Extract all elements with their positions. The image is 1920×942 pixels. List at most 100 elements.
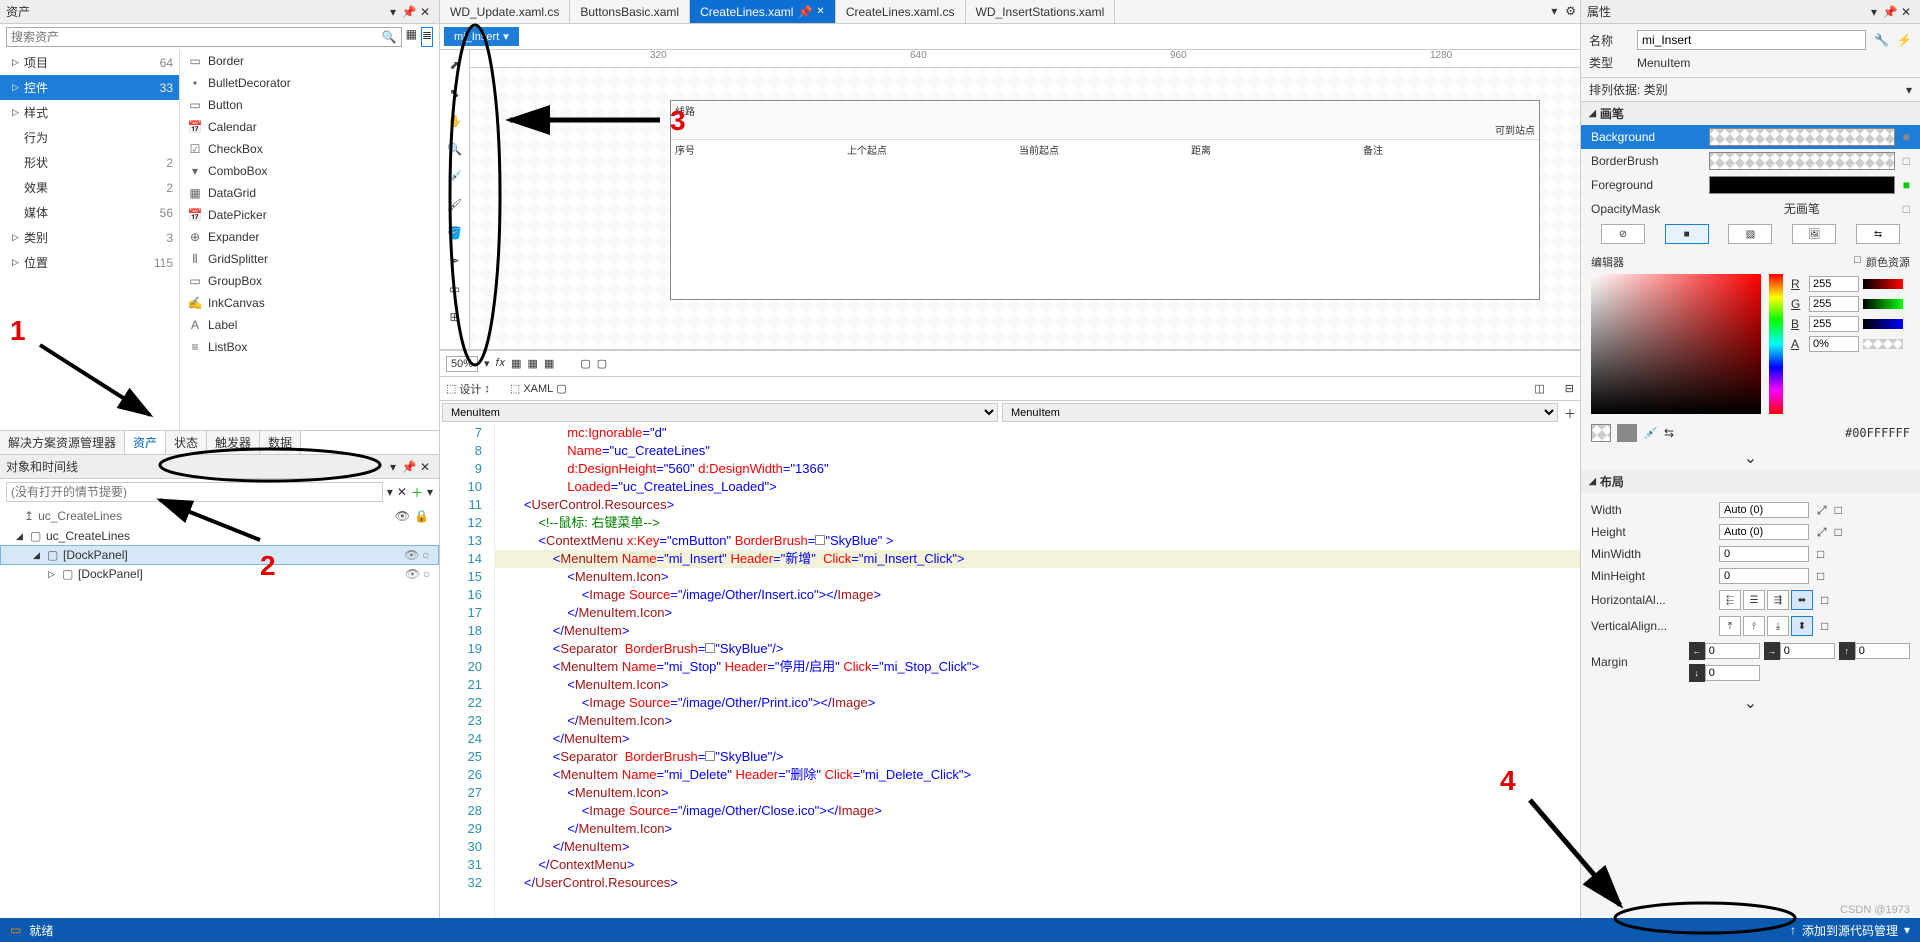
objects-root[interactable]: ↥ uc_CreateLines 👁 🔒 — [0, 505, 439, 527]
reset-icon[interactable]: ⤢ — [1817, 503, 1827, 518]
category-item[interactable]: 效果2 — [0, 175, 179, 200]
designer-tool-icon[interactable]: 🔍 — [444, 138, 466, 160]
designer-preview[interactable]: 线路 可到站点 序号上个起点当前起点距离备注 — [670, 100, 1540, 300]
reset-icon[interactable]: ⤢ — [1817, 525, 1827, 540]
height-input[interactable] — [1719, 524, 1809, 540]
align-left-icon[interactable]: ⬱ — [1719, 590, 1741, 610]
color-resource-label[interactable]: 颜色资源 — [1866, 254, 1910, 270]
dropdown-icon[interactable]: ▾ — [1866, 5, 1882, 19]
collapse-icon[interactable]: ⌄ — [1581, 691, 1920, 715]
b-input[interactable] — [1809, 316, 1859, 332]
collapse-icon[interactable]: ⌄ — [1581, 446, 1920, 470]
list-view-icon[interactable]: ≣ — [421, 27, 433, 47]
dropdown-icon[interactable]: ▾ — [387, 485, 393, 499]
designer-zoom[interactable]: 50% — [446, 356, 478, 372]
eye-icon[interactable]: 👁 — [395, 509, 410, 523]
bottom-tab[interactable]: 触发器 — [207, 431, 260, 454]
code-editor[interactable]: mc:Ignorable="d" Name="uc_CreateLines" d… — [495, 424, 1580, 918]
align-top-icon[interactable]: ⤒ — [1719, 616, 1741, 636]
g-input[interactable] — [1809, 296, 1859, 312]
r-input[interactable] — [1809, 276, 1859, 292]
category-item[interactable]: ▷控件33 — [0, 75, 179, 100]
element-name-input[interactable] — [1637, 30, 1866, 50]
category-item[interactable]: 媒体56 — [0, 200, 179, 225]
split-horizontal-icon[interactable]: ◫ — [1534, 382, 1544, 395]
category-item[interactable]: ▷类别3 — [0, 225, 179, 250]
eyedropper-icon[interactable]: 💉 — [1643, 426, 1658, 440]
fx-icon[interactable]: 𝑓𝑥 — [496, 357, 506, 370]
asset-item[interactable]: 📅Calendar — [180, 116, 439, 138]
asset-item[interactable]: ≡ListBox — [180, 336, 439, 358]
align-stretch-icon[interactable]: ⬌ — [1791, 590, 1813, 610]
hue-slider[interactable] — [1769, 274, 1783, 414]
designer-tool-icon[interactable]: ⬈ — [444, 54, 466, 76]
sort-icon[interactable]: ▾ — [1906, 83, 1912, 97]
dropdown-icon[interactable]: ▾ — [385, 5, 401, 19]
align-right-icon[interactable]: ⇶ — [1767, 590, 1789, 610]
align-bottom-icon[interactable]: ⤓ — [1767, 616, 1789, 636]
tile-brush-icon[interactable]: 🖼 — [1792, 224, 1836, 244]
document-tab[interactable]: ButtonsBasic.xaml — [570, 0, 690, 23]
snap-icon[interactable]: ▢ — [597, 357, 607, 370]
element-crumb-1[interactable]: MenuItem — [442, 403, 998, 422]
asset-item[interactable]: ALabel — [180, 314, 439, 336]
chevron-down-icon[interactable]: ▾ — [1904, 923, 1910, 937]
margin-input[interactable] — [1705, 665, 1760, 681]
search-icon[interactable]: 🔍 — [382, 30, 397, 44]
tree-item[interactable]: ◢▢[DockPanel]👁○ — [0, 545, 439, 565]
asset-item[interactable]: ▾ComboBox — [180, 160, 439, 182]
designer-tool-icon[interactable]: ✋ — [444, 110, 466, 132]
asset-item[interactable]: ▭Button — [180, 94, 439, 116]
bottom-tab[interactable]: 数据 — [260, 431, 301, 454]
tab-action-icon[interactable]: ▾ — [1547, 0, 1561, 23]
asset-item[interactable]: ☑CheckBox — [180, 138, 439, 160]
asset-item[interactable]: ✍InkCanvas — [180, 292, 439, 314]
category-item[interactable]: ▷位置115 — [0, 250, 179, 275]
category-item[interactable]: 形状2 — [0, 150, 179, 175]
eye-icon[interactable]: 👁 — [405, 567, 421, 581]
margin-input[interactable] — [1705, 643, 1760, 659]
no-brush-icon[interactable]: ⊘ — [1601, 224, 1645, 244]
dropdown-icon[interactable]: ▾ — [385, 460, 401, 474]
brush-row[interactable]: BorderBrush□ — [1581, 149, 1920, 173]
align-center-icon[interactable]: ☰ — [1743, 590, 1765, 610]
assets-search[interactable]: 🔍 — [6, 27, 402, 47]
minheight-input[interactable] — [1719, 568, 1809, 584]
events-icon[interactable]: ⚡ — [1897, 33, 1912, 47]
brush-row[interactable]: Background■ — [1581, 125, 1920, 149]
category-item[interactable]: 行为 — [0, 125, 179, 150]
tab-action-icon[interactable]: ⚙ — [1561, 0, 1580, 23]
swap-icon[interactable]: ⇆ — [1664, 426, 1674, 440]
designer-canvas[interactable]: 3206409601280 线路 可到站点 序号上个起点当前起点距离备注 — [470, 50, 1580, 349]
element-breadcrumb[interactable]: mi_Insert ▾ — [444, 27, 519, 46]
designer-tool-icon[interactable]: ⊞ — [444, 306, 466, 328]
designer-tool-icon[interactable]: 🖌 — [444, 194, 466, 216]
resource-brush-icon[interactable]: ⇆ — [1856, 224, 1900, 244]
layout-section-title[interactable]: 布局 — [1600, 473, 1624, 490]
asset-item[interactable]: ▭Border — [180, 50, 439, 72]
lock-icon[interactable]: 🔒 — [414, 509, 429, 523]
asset-item[interactable]: 📅DatePicker — [180, 204, 439, 226]
xaml-tab[interactable]: ⬚XAML▢ — [510, 382, 567, 395]
pin-icon[interactable]: 📌 — [401, 460, 417, 474]
color-picker-area[interactable] — [1591, 274, 1761, 414]
snap-icon[interactable]: ▢ — [580, 357, 590, 370]
gradient-brush-icon[interactable]: ▨ — [1728, 224, 1772, 244]
git-add[interactable]: 添加到源代码管理 — [1796, 922, 1904, 939]
split-vertical-icon[interactable]: ⊟ — [1565, 382, 1574, 395]
asset-item[interactable]: ⊕Expander — [180, 226, 439, 248]
align-vstretch-icon[interactable]: ⬍ — [1791, 616, 1813, 636]
close-icon[interactable]: ✕ — [397, 485, 407, 499]
solid-brush-icon[interactable]: ■ — [1665, 224, 1709, 244]
width-input[interactable] — [1719, 502, 1809, 518]
document-tab[interactable]: WD_Update.xaml.cs — [440, 0, 570, 23]
margin-input[interactable] — [1855, 643, 1910, 659]
margin-input[interactable] — [1780, 643, 1835, 659]
brush-row[interactable]: OpacityMask无画笔□ — [1581, 197, 1920, 220]
grid-icon[interactable]: ▦ — [528, 357, 538, 370]
category-item[interactable]: ▷样式 — [0, 100, 179, 125]
document-tab[interactable]: CreateLines.xaml📌✕ — [690, 0, 836, 23]
designer-tool-icon[interactable]: 💉 — [444, 166, 466, 188]
designer-tool-icon[interactable]: 🪣 — [444, 222, 466, 244]
bottom-tab[interactable]: 解决方案资源管理器 — [0, 431, 125, 454]
